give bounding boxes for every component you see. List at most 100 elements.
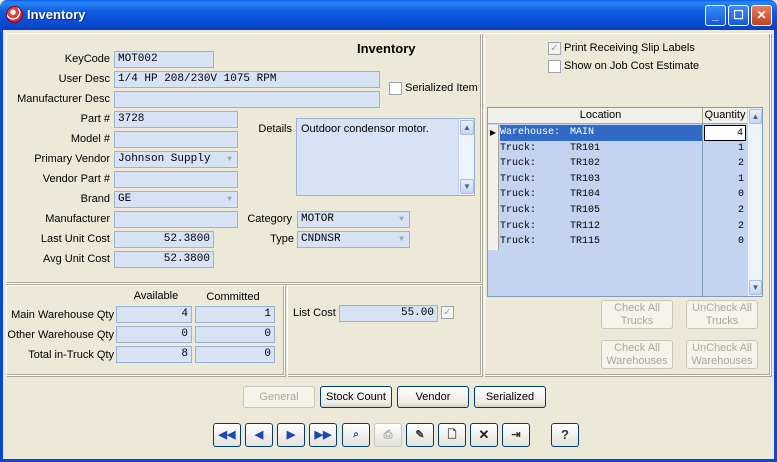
- keycode-field[interactable]: MOT002: [114, 51, 214, 68]
- stock-count-button[interactable]: Stock Count: [320, 386, 392, 408]
- location-row[interactable]: Truck: TR105 2: [488, 203, 747, 219]
- primary-vendor-combo[interactable]: Johnson Supply ▼: [114, 151, 238, 168]
- details-textarea[interactable]: Outdoor condensor motor. ▲ ▼: [296, 118, 475, 196]
- find-binoculars-icon[interactable]: ⌕: [342, 423, 370, 447]
- location-type: Warehouse:: [500, 127, 561, 138]
- locations-grid[interactable]: Location Quantity ▲ ▼ ▶ Warehouse: MAIN 4 Tr…: [487, 107, 763, 297]
- last-unit-cost-field[interactable]: 52.3800: [114, 231, 214, 248]
- first-record-icon[interactable]: ◀◀: [213, 423, 241, 447]
- location-cell[interactable]: Truck: TR104: [500, 187, 702, 203]
- location-cell[interactable]: Warehouse: MAIN: [500, 125, 702, 141]
- brand-label: Brand: [80, 193, 110, 205]
- next-record-icon[interactable]: ▶: [277, 423, 305, 447]
- chevron-down-icon[interactable]: ▼: [223, 153, 236, 166]
- model-field[interactable]: [114, 131, 238, 148]
- print-icon[interactable]: ⎙: [374, 423, 402, 447]
- location-row[interactable]: Truck: TR112 2: [488, 218, 747, 235]
- location-cell[interactable]: Truck: TR105: [500, 203, 702, 219]
- previous-record-icon[interactable]: ◀: [245, 423, 273, 447]
- row-selector[interactable]: [488, 156, 499, 173]
- user-desc-label: User Desc: [58, 73, 110, 85]
- quantity-cell[interactable]: 0: [704, 187, 746, 203]
- part-field[interactable]: 3728: [114, 111, 238, 128]
- chevron-down-icon[interactable]: ▼: [395, 233, 408, 246]
- grid-scrollbar[interactable]: ▲ ▼: [747, 108, 762, 296]
- last-record-icon[interactable]: ▶▶: [309, 423, 337, 447]
- serialized-button[interactable]: Serialized: [474, 386, 546, 408]
- check-all-warehouses-button[interactable]: Check All Warehouses: [601, 340, 673, 369]
- row-selector[interactable]: [488, 140, 499, 157]
- row-selector[interactable]: [488, 234, 499, 251]
- location-cell[interactable]: Truck: TR102: [500, 156, 702, 172]
- uncheck-all-trucks-button[interactable]: UnCheck All Trucks: [686, 300, 758, 329]
- quantity-column-header[interactable]: Quantity: [703, 108, 747, 124]
- quantity-cell[interactable]: 4: [704, 125, 746, 141]
- location-cell[interactable]: Truck: TR101: [500, 141, 702, 157]
- help-icon[interactable]: ?: [551, 423, 579, 447]
- location-row[interactable]: ▶ Warehouse: MAIN 4: [488, 125, 747, 141]
- location-cell[interactable]: Truck: TR115: [500, 234, 702, 250]
- quantity-cell[interactable]: 1: [704, 172, 746, 188]
- location-row[interactable]: Truck: TR103 1: [488, 171, 747, 188]
- avg-unit-cost-field[interactable]: 52.3800: [114, 251, 214, 268]
- quantity-cell[interactable]: 0: [704, 234, 746, 250]
- type-label: Type: [270, 233, 294, 245]
- location-cell[interactable]: Truck: TR103: [500, 172, 702, 188]
- category-combo[interactable]: MOTOR ▼: [297, 211, 410, 228]
- scroll-down-icon[interactable]: ▼: [460, 179, 474, 194]
- row-selector[interactable]: [488, 187, 499, 204]
- row-selector[interactable]: [488, 203, 499, 219]
- user-desc-field[interactable]: 1/4 HP 208/230V 1075 RPM: [114, 71, 380, 88]
- location-name: TR104: [570, 189, 601, 201]
- new-document-icon[interactable]: 🗋: [438, 423, 466, 447]
- delete-icon[interactable]: ✕: [470, 423, 498, 447]
- list-cost-field[interactable]: 55.00: [339, 305, 438, 322]
- quantity-cell[interactable]: 2: [704, 219, 746, 235]
- details-scrollbar[interactable]: ▲ ▼: [458, 119, 474, 195]
- list-cost-checkbox[interactable]: ✓: [441, 306, 454, 319]
- close-button[interactable]: ✕: [751, 5, 772, 26]
- location-column-header[interactable]: Location: [499, 108, 703, 124]
- uncheck-all-warehouses-button[interactable]: UnCheck All Warehouses: [686, 340, 758, 369]
- location-row[interactable]: Truck: TR115 0: [488, 234, 747, 251]
- quantity-cell[interactable]: 1: [704, 141, 746, 157]
- manufacturer-desc-field[interactable]: [114, 91, 380, 108]
- scroll-up-icon[interactable]: ▲: [460, 120, 474, 135]
- location-name: TR102: [570, 158, 601, 170]
- chevron-down-icon[interactable]: ▼: [395, 213, 408, 226]
- type-value: CNDNSR: [301, 233, 341, 245]
- quantity-cell[interactable]: 2: [704, 203, 746, 219]
- check-all-trucks-button[interactable]: Check All Trucks: [601, 300, 673, 329]
- print-receiving-checkbox[interactable]: ✓: [548, 42, 561, 55]
- manufacturer-field[interactable]: [114, 211, 238, 228]
- vendor-button[interactable]: Vendor: [397, 386, 469, 408]
- row-selector[interactable]: [488, 171, 499, 188]
- vendor-part-label: Vendor Part #: [42, 173, 110, 185]
- manufacturer-label: Manufacturer: [45, 213, 110, 225]
- minimize-button[interactable]: _: [705, 5, 726, 26]
- location-row[interactable]: Truck: TR101 1: [488, 140, 747, 157]
- total-truck-available: 8: [116, 346, 192, 363]
- quantity-cell[interactable]: 2: [704, 156, 746, 172]
- show-job-cost-checkbox[interactable]: [548, 60, 561, 73]
- edit-icon[interactable]: ✎: [406, 423, 434, 447]
- location-name: TR112: [570, 220, 601, 232]
- type-combo[interactable]: CNDNSR ▼: [297, 231, 410, 248]
- brand-combo[interactable]: GE ▼: [114, 191, 238, 208]
- chevron-down-icon[interactable]: ▼: [223, 193, 236, 206]
- row-selector[interactable]: ▶: [488, 125, 499, 141]
- location-type: Truck:: [500, 158, 537, 170]
- exit-door-icon[interactable]: ⇥: [502, 423, 530, 447]
- location-row[interactable]: Truck: TR104 0: [488, 187, 747, 204]
- location-cell[interactable]: Truck: TR112: [500, 219, 702, 235]
- serialized-checkbox[interactable]: [389, 82, 402, 95]
- title-bar[interactable]: Inventory _ ☐ ✕: [0, 0, 777, 30]
- scroll-up-icon[interactable]: ▲: [749, 109, 762, 124]
- vendor-part-field[interactable]: [114, 171, 238, 188]
- maximize-button[interactable]: ☐: [728, 5, 749, 26]
- scroll-down-icon[interactable]: ▼: [749, 280, 762, 295]
- location-row[interactable]: Truck: TR102 2: [488, 156, 747, 173]
- general-button[interactable]: General: [243, 386, 315, 408]
- row-selector[interactable]: [488, 218, 499, 235]
- list-cost-label: List Cost: [293, 307, 336, 319]
